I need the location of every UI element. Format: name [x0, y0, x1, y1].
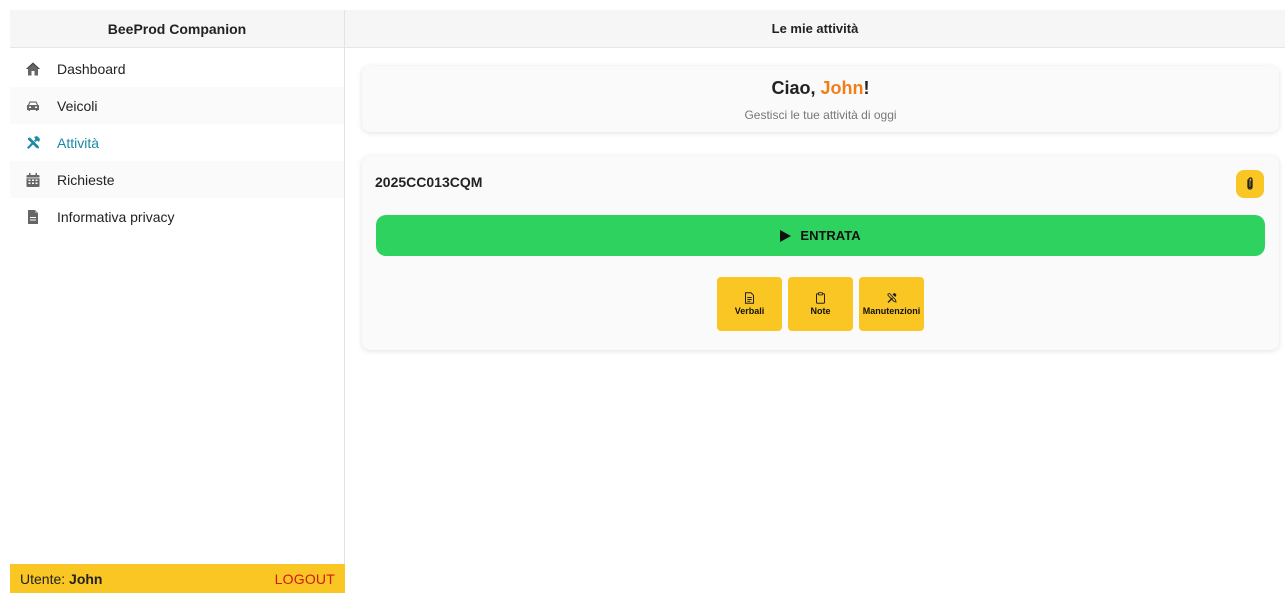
- calendar-icon: [24, 171, 42, 189]
- sidebar-item-label: Attività: [57, 134, 100, 151]
- logout-button[interactable]: LOGOUT: [275, 571, 335, 587]
- file-icon: [24, 208, 42, 226]
- clipboard-icon: [816, 292, 825, 304]
- activity-code: 2025CC013CQM: [375, 174, 483, 190]
- activity-actions: Verbali Note Manutenzioni: [362, 277, 1279, 331]
- sidebar-item-label: Veicoli: [57, 97, 98, 114]
- action-label: Note: [810, 306, 831, 316]
- sidebar-item-dashboard[interactable]: Dashboard: [10, 50, 344, 87]
- manutenzioni-button[interactable]: Manutenzioni: [859, 277, 924, 331]
- welcome-greeting: Ciao, John!: [362, 78, 1279, 99]
- document-icon: [745, 292, 754, 304]
- sidebar-title: BeeProd Companion: [10, 10, 344, 48]
- paperclip-icon: [1247, 177, 1253, 190]
- sidebar-nav: Dashboard Veicoli Attività Richieste Inf…: [10, 48, 344, 235]
- app-root: BeeProd Companion Dashboard Veicoli Atti…: [0, 0, 1285, 593]
- greeting-text: Ciao,: [771, 78, 821, 98]
- sidebar: BeeProd Companion Dashboard Veicoli Atti…: [10, 10, 345, 593]
- home-icon: [24, 60, 42, 78]
- sidebar-item-richieste[interactable]: Richieste: [10, 161, 344, 198]
- sidebar-item-label: Informativa privacy: [57, 208, 175, 225]
- sidebar-item-label: Dashboard: [57, 60, 126, 77]
- attachment-button[interactable]: [1236, 170, 1264, 198]
- current-user: Utente: John: [20, 571, 102, 587]
- sidebar-item-label: Richieste: [57, 171, 115, 188]
- car-icon: [24, 97, 42, 115]
- welcome-card: Ciao, John! Gestisci le tue attività di …: [362, 66, 1279, 132]
- user-prefix: Utente:: [20, 570, 70, 587]
- welcome-subtitle: Gestisci le tue attività di oggi: [744, 108, 897, 122]
- sidebar-item-attivita[interactable]: Attività: [10, 124, 344, 161]
- sidebar-item-privacy[interactable]: Informativa privacy: [10, 198, 344, 235]
- main-content: Le mie attività Ciao, John! Gestisci le …: [345, 10, 1285, 593]
- user-name: John: [69, 570, 103, 587]
- entrata-label: ENTRATA: [800, 228, 861, 243]
- note-button[interactable]: Note: [788, 277, 853, 331]
- verbali-button[interactable]: Verbali: [717, 277, 782, 331]
- play-icon: [780, 229, 792, 242]
- greeting-exclamation: !: [863, 78, 870, 98]
- tools-icon: [887, 292, 897, 303]
- entrata-button[interactable]: ENTRATA: [376, 215, 1265, 256]
- action-label: Manutenzioni: [862, 306, 921, 316]
- action-label: Verbali: [734, 306, 765, 316]
- sidebar-item-veicoli[interactable]: Veicoli: [10, 87, 344, 124]
- tools-icon: [24, 134, 42, 152]
- sidebar-footer: Utente: John LOGOUT: [10, 564, 345, 593]
- activity-card: 2025CC013CQM ENTRATA Verbali Note Manute…: [362, 156, 1279, 350]
- greeting-name: John: [820, 78, 864, 98]
- page-title: Le mie attività: [345, 10, 1285, 48]
